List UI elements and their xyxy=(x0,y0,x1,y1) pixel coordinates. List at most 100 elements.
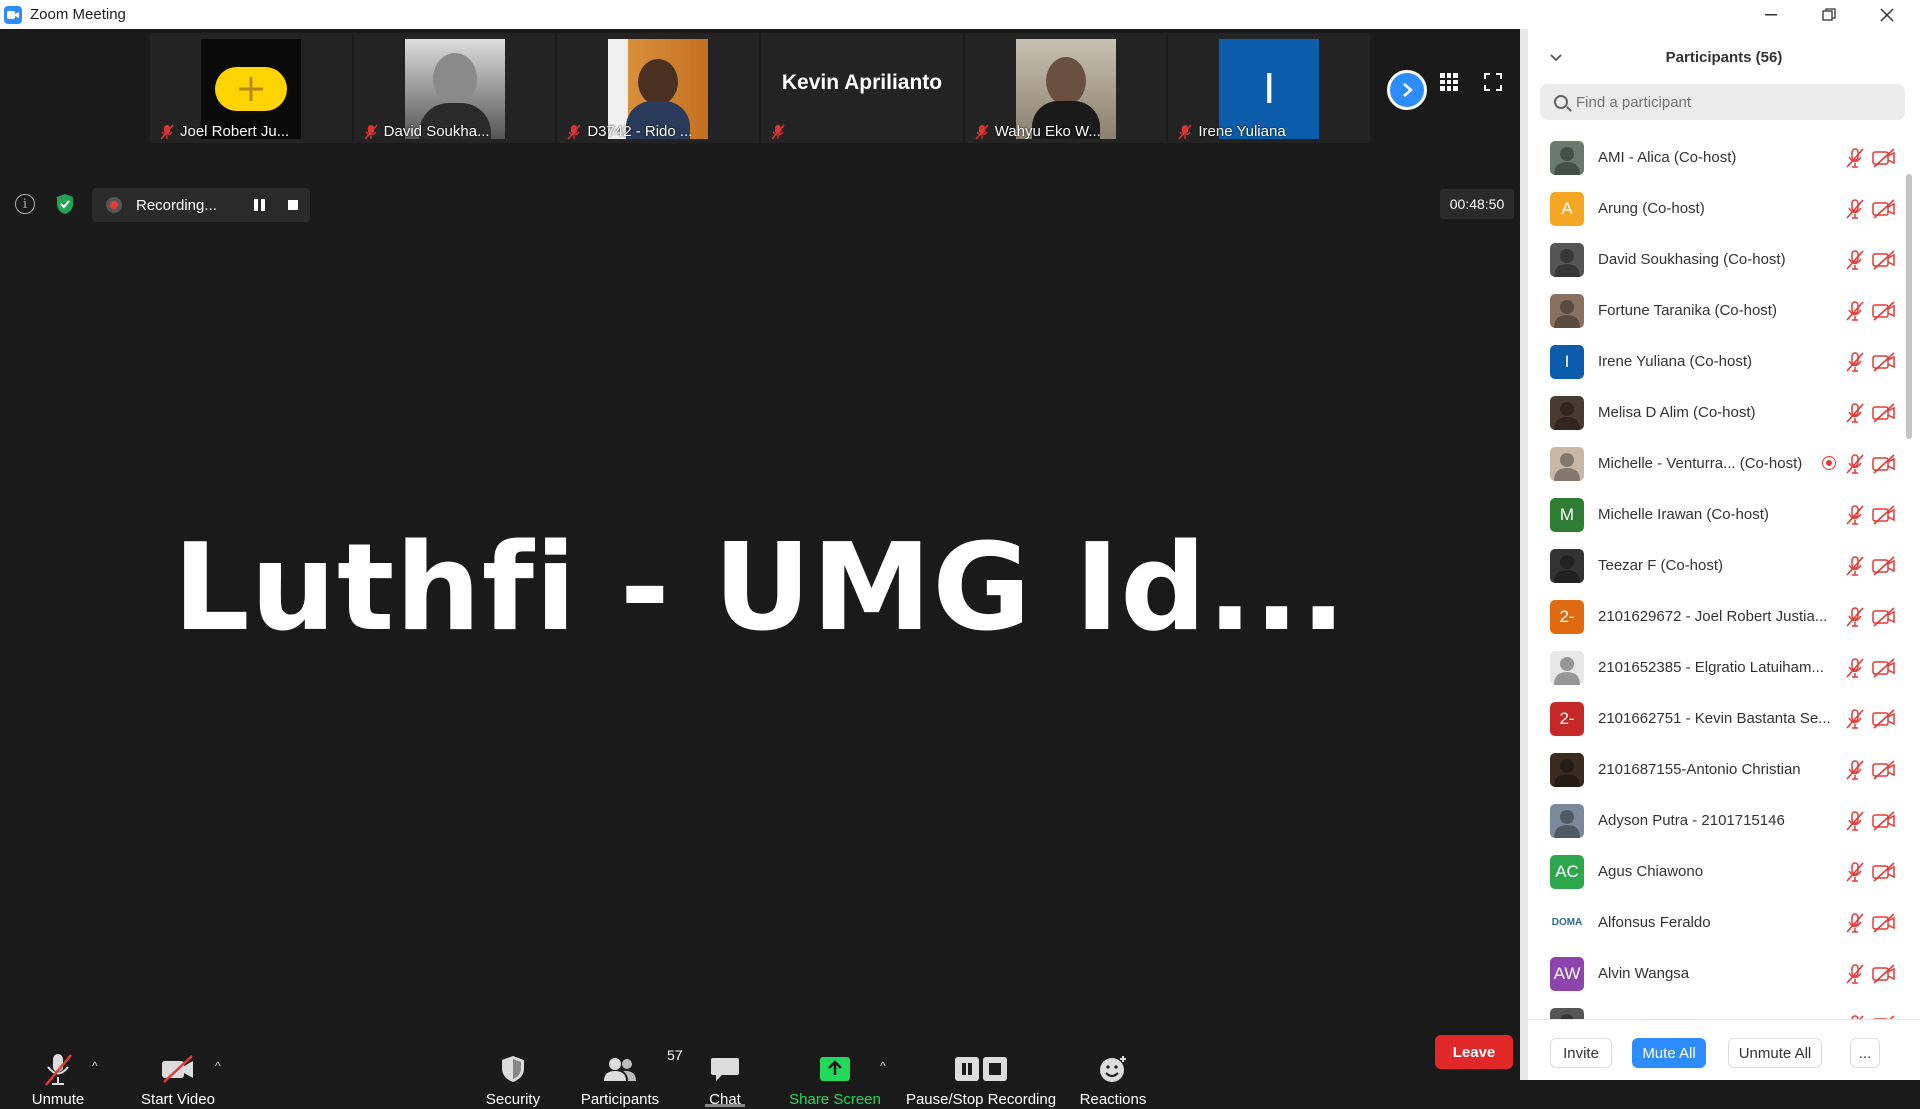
pause-recording-icon[interactable] xyxy=(254,199,266,211)
participant-row[interactable]: I Irene Yuliana (Co-host) xyxy=(1528,336,1900,387)
video-off-icon[interactable] xyxy=(1872,964,1896,989)
participant-row[interactable]: Fortune Taranika (Co-host) xyxy=(1528,285,1900,336)
participant-row[interactable]: DOMA Alfonsus Feraldo xyxy=(1528,897,1900,948)
participant-row[interactable]: 2- 2101629672 - Joel Robert Justia... xyxy=(1528,591,1900,642)
video-off-icon[interactable] xyxy=(1872,811,1896,836)
participant-search[interactable] xyxy=(1540,84,1905,120)
security-button[interactable]: Security xyxy=(478,1037,548,1109)
stop-recording-icon[interactable] xyxy=(288,200,298,210)
close-button[interactable] xyxy=(1858,0,1916,29)
restore-button[interactable] xyxy=(1800,0,1858,29)
muted-mic-icon[interactable] xyxy=(1844,963,1866,990)
video-off-icon[interactable] xyxy=(1872,862,1896,887)
muted-mic-icon[interactable] xyxy=(1844,810,1866,837)
participant-row[interactable]: 2101652385 - Elgratio Latuiham... xyxy=(1528,642,1900,693)
more-options-button[interactable]: ... xyxy=(1850,1038,1880,1068)
muted-mic-icon[interactable] xyxy=(1844,402,1866,429)
participant-list[interactable]: AMI - Alica (Co-host) A Arung (Co-host) Dav… xyxy=(1528,132,1900,1019)
participant-row[interactable]: 2101687155-Antonio Christian xyxy=(1528,744,1900,795)
participant-name: Agus Chiawono xyxy=(1598,863,1704,880)
participant-row[interactable]: Michelle - Venturra... (Co-host) xyxy=(1528,438,1900,489)
pause-stop-recording-button[interactable]: Pause/Stop Recording xyxy=(906,1037,1056,1109)
muted-mic-icon[interactable] xyxy=(1844,759,1866,786)
scrollbar[interactable] xyxy=(1906,174,1912,439)
muted-mic-icon[interactable] xyxy=(1844,708,1866,735)
minimize-button[interactable] xyxy=(1742,0,1800,29)
participants-panel: Participants (56) AMI - Alica (Co-host)A… xyxy=(1528,29,1920,1080)
panel-divider[interactable] xyxy=(1520,29,1528,1080)
unmute-all-button[interactable]: Unmute All xyxy=(1728,1038,1822,1068)
muted-mic-icon[interactable] xyxy=(1844,555,1866,582)
video-off-icon[interactable] xyxy=(1872,148,1896,173)
muted-mic-icon xyxy=(1178,124,1192,139)
pause-stop-recording-icon xyxy=(955,1057,1007,1081)
participants-button[interactable]: 57 Participants xyxy=(574,1037,683,1109)
unmute-button[interactable]: Unmute xyxy=(22,1037,94,1109)
video-off-icon[interactable] xyxy=(1872,250,1896,275)
chat-button[interactable]: Chat xyxy=(700,1037,750,1109)
video-off-icon[interactable] xyxy=(1872,199,1896,224)
muted-mic-icon[interactable] xyxy=(1844,861,1866,888)
participant-row[interactable]: 2- 2101662751 - Kevin Bastanta Se... xyxy=(1528,693,1900,744)
meeting-info-icon[interactable]: i xyxy=(15,194,35,214)
video-off-icon[interactable] xyxy=(1872,454,1896,479)
muted-mic-icon[interactable] xyxy=(1844,657,1866,684)
video-options-caret-icon[interactable]: ^ xyxy=(215,1059,221,1073)
invite-button[interactable]: Invite xyxy=(1550,1038,1612,1068)
muted-mic-icon xyxy=(771,124,785,140)
participant-row[interactable]: Adyson Putra - 2101715146 xyxy=(1528,795,1900,846)
video-off-icon[interactable] xyxy=(1872,301,1896,326)
video-thumbnail[interactable]: D3742 - Rido ... xyxy=(557,33,760,143)
video-off-icon[interactable] xyxy=(1872,556,1896,581)
video-thumbnail[interactable]: David Soukha... xyxy=(353,33,556,143)
participant-row[interactable]: AW Alvin Wangsa xyxy=(1528,948,1900,999)
video-thumbnail[interactable]: I Irene Yuliana xyxy=(1168,33,1371,143)
leave-button[interactable]: Leave xyxy=(1435,1035,1513,1069)
muted-mic-icon[interactable] xyxy=(1844,504,1866,531)
video-off-icon[interactable] xyxy=(1872,760,1896,785)
search-input[interactable] xyxy=(1576,93,1876,111)
participant-row[interactable]: A Arung (Co-host) xyxy=(1528,183,1900,234)
avatar: I xyxy=(1550,344,1584,379)
start-video-button[interactable]: Start Video xyxy=(133,1037,223,1109)
fullscreen-icon[interactable] xyxy=(1484,73,1502,91)
chevron-down-icon[interactable] xyxy=(1550,49,1562,65)
next-page-button[interactable] xyxy=(1387,70,1427,110)
reactions-button[interactable]: Reactions xyxy=(1075,1037,1151,1109)
share-screen-button[interactable]: Share Screen xyxy=(786,1037,884,1109)
video-off-icon[interactable] xyxy=(1872,352,1896,377)
video-thumbnail[interactable]: Wahyu Eko W... xyxy=(964,33,1167,143)
participant-name: Alvin Wangsa xyxy=(1598,965,1690,982)
participant-row[interactable]: AC Agus Chiawono xyxy=(1528,846,1900,897)
participant-row[interactable]: M Michelle Irawan (Co-host) xyxy=(1528,489,1900,540)
video-off-icon[interactable] xyxy=(1872,709,1896,734)
video-off-icon[interactable] xyxy=(1872,658,1896,683)
video-off-icon[interactable] xyxy=(1872,505,1896,530)
participant-row[interactable]: David Soukhasing (Co-host) xyxy=(1528,234,1900,285)
video-thumbnail[interactable]: Joel Robert Ju... xyxy=(150,33,352,143)
video-thumbnail[interactable]: Kevin Aprilianto xyxy=(761,33,963,143)
avatar xyxy=(1550,446,1584,481)
muted-mic-icon[interactable] xyxy=(1844,249,1866,276)
muted-mic-icon[interactable] xyxy=(1844,198,1866,225)
participant-row[interactable]: Teezar F (Co-host) xyxy=(1528,540,1900,591)
muted-mic-icon[interactable] xyxy=(1844,300,1866,327)
muted-mic-icon[interactable] xyxy=(1844,453,1866,480)
participant-row[interactable]: AMI - Alica (Co-host) xyxy=(1528,132,1900,183)
mute-all-button[interactable]: Mute All xyxy=(1632,1038,1706,1068)
avatar xyxy=(1550,1007,1584,1019)
video-off-icon[interactable] xyxy=(1872,607,1896,632)
muted-mic-icon[interactable] xyxy=(1844,606,1866,633)
muted-mic-icon[interactable] xyxy=(1844,912,1866,939)
muted-mic-icon[interactable] xyxy=(1844,351,1866,378)
muted-mic-icon[interactable] xyxy=(1844,147,1866,174)
share-options-caret-icon[interactable]: ^ xyxy=(880,1059,886,1073)
gallery-view-icon[interactable] xyxy=(1440,73,1458,91)
video-off-icon[interactable] xyxy=(1872,403,1896,428)
video-off-icon[interactable] xyxy=(1872,913,1896,938)
encryption-shield-icon[interactable] xyxy=(55,193,75,215)
participant-row[interactable] xyxy=(1528,999,1900,1019)
participant-row[interactable]: Melisa D Alim (Co-host) xyxy=(1528,387,1900,438)
audio-options-caret-icon[interactable]: ^ xyxy=(92,1059,98,1073)
thumbnail-display-name: Kevin Aprilianto xyxy=(781,71,943,94)
